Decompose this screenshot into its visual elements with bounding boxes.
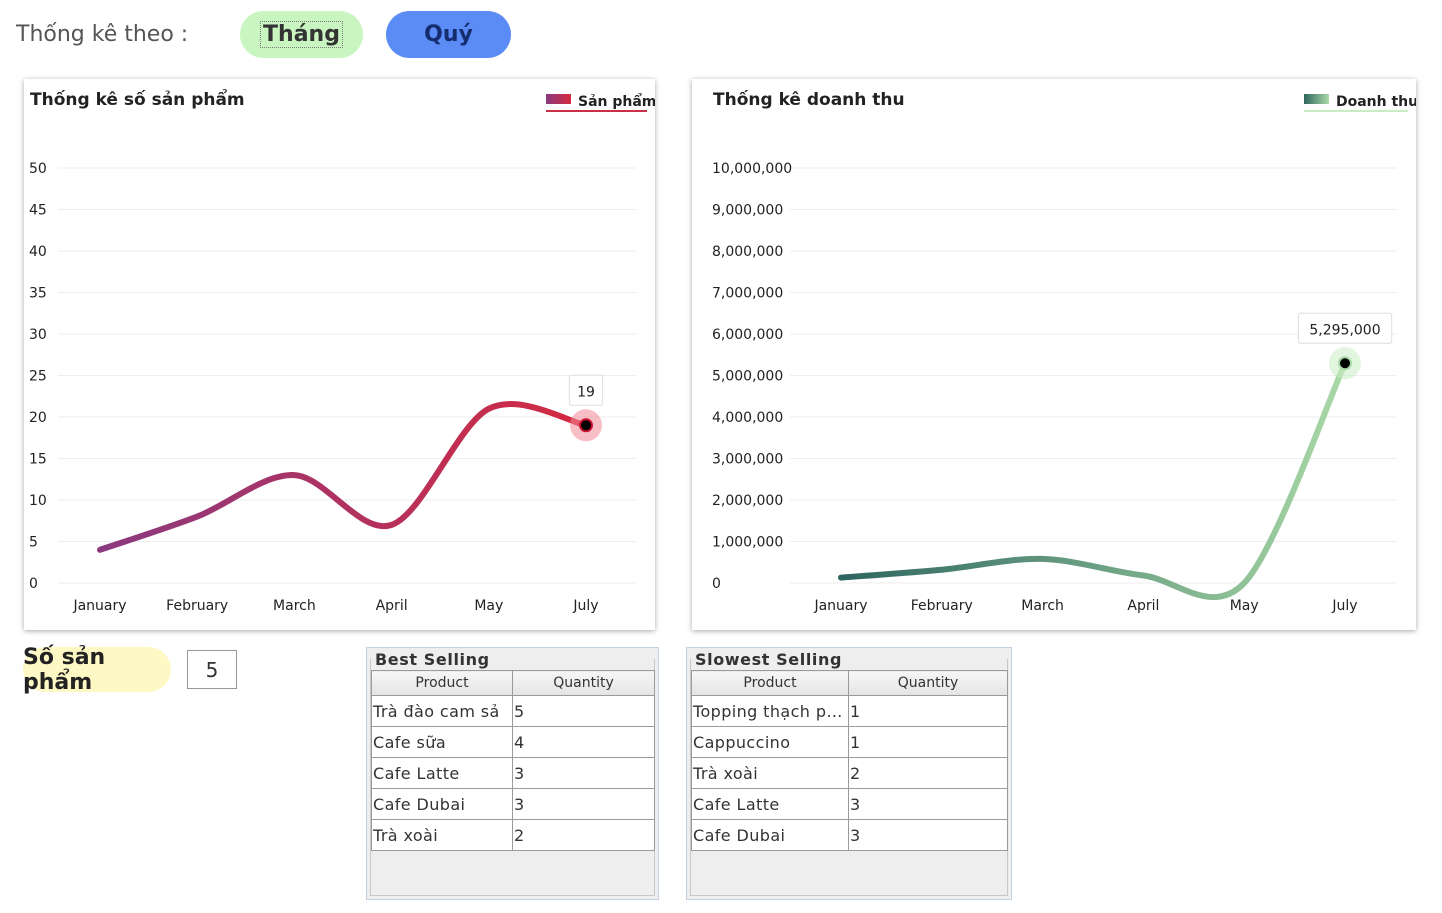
revenue-y-tick-label: 4,000,000	[712, 410, 783, 426]
product-cell[interactable]: Trà xoài	[371, 819, 513, 851]
products-y-tick-label: 0	[29, 576, 38, 592]
product-cell[interactable]: Cafe Dubai	[691, 819, 849, 851]
products-x-tick-label: April	[376, 598, 408, 614]
slowest-selling-panel: Slowest Selling Product Quantity Topping…	[686, 647, 1012, 900]
products-chart-card: Thống kê số sản phẩm Sản phẩm 0 5 10 15 20 25 30…	[24, 79, 655, 630]
products-x-tick-label: May	[474, 598, 503, 614]
revenue-y-tick-label: 1,000,000	[712, 535, 783, 551]
revenue-legend-swatch	[1304, 94, 1329, 104]
quantity-cell[interactable]: 2	[512, 819, 655, 851]
column-header-quantity[interactable]: Quantity	[848, 670, 1008, 696]
best-selling-panel: Best Selling Product Quantity Trà đào ca…	[366, 647, 659, 900]
product-cell[interactable]: Cafe Dubai	[371, 788, 513, 820]
products-x-tick-label: March	[273, 598, 316, 614]
table-row[interactable]: Trà xoài 2	[691, 757, 1008, 789]
table-row[interactable]: Cafe Dubai 3	[371, 788, 655, 820]
product-cell[interactable]: Topping thạch phô mai	[691, 695, 849, 727]
revenue-highlight-point	[1338, 356, 1352, 371]
products-x-tick-label: January	[72, 598, 126, 614]
products-y-tick-label: 15	[29, 452, 47, 468]
products-y-tick-label: 5	[29, 535, 38, 551]
revenue-legend-label: Doanh thu	[1336, 94, 1416, 110]
revenue-x-tick-label: March	[1021, 598, 1064, 614]
table-row[interactable]: Cappuccino 1	[691, 726, 1008, 758]
column-header-quantity[interactable]: Quantity	[512, 670, 655, 696]
slowest-selling-title: Slowest Selling	[695, 650, 846, 669]
products-x-tick-label: February	[166, 598, 228, 614]
products-legend-label: Sản phẩm	[578, 93, 655, 110]
table-row[interactable]: Trà đào cam sả 5	[371, 695, 655, 727]
products-x-tick-label: July	[572, 598, 598, 614]
products-y-tick-label: 35	[29, 286, 47, 302]
revenue-chart-title: Thống kê doanh thu	[713, 89, 905, 110]
revenue-y-tick-label: 8,000,000	[712, 244, 783, 260]
quantity-cell[interactable]: 3	[848, 819, 1008, 851]
revenue-y-tick-label: 10,000,000	[712, 161, 792, 177]
product-cell[interactable]: Trà xoài	[691, 757, 849, 789]
products-series-line	[97, 401, 589, 553]
product-count-field[interactable]: 5	[187, 650, 237, 689]
products-y-tick-label: 20	[29, 410, 47, 426]
revenue-x-tick-label: May	[1230, 598, 1259, 614]
table-row[interactable]: Cafe Latte 3	[691, 788, 1008, 820]
quarter-filter-button[interactable]: Quý	[386, 11, 511, 58]
quantity-cell[interactable]: 4	[512, 726, 655, 758]
month-filter-button[interactable]: Tháng	[240, 11, 363, 58]
product-cell[interactable]: Cafe Latte	[691, 788, 849, 820]
products-chart-title: Thống kê số sản phẩm	[30, 88, 245, 110]
revenue-y-tick-label: 7,000,000	[712, 286, 783, 302]
quantity-cell[interactable]: 3	[512, 757, 655, 789]
products-y-tick-label: 10	[29, 493, 47, 509]
revenue-y-tick-label: 5,000,000	[712, 369, 783, 385]
revenue-y-tick-label: 0	[712, 576, 721, 592]
table-row[interactable]: Topping thạch phô mai1	[691, 695, 1008, 727]
product-cell[interactable]: Cafe sữa	[371, 726, 513, 758]
product-cell[interactable]: Trà đào cam sả	[371, 695, 513, 727]
quantity-cell[interactable]: 5	[512, 695, 655, 727]
products-y-tick-label: 25	[29, 369, 47, 385]
quantity-cell[interactable]: 1	[848, 695, 1008, 727]
slowest-selling-table[interactable]: Product Quantity Topping thạch phô mai1 …	[691, 670, 1008, 851]
revenue-x-tick-label: July	[1331, 598, 1357, 614]
revenue-series-line	[838, 360, 1348, 601]
revenue-x-tick-label: January	[813, 598, 867, 614]
products-highlight-point	[579, 418, 593, 433]
quantity-cell[interactable]: 1	[848, 726, 1008, 758]
products-y-tick-label: 30	[29, 327, 47, 343]
product-cell[interactable]: Cafe Latte	[371, 757, 513, 789]
best-selling-table[interactable]: Product Quantity Trà đào cam sả 5 Cafe sữ…	[371, 670, 655, 851]
products-y-tick-label: 50	[29, 161, 47, 177]
table-row[interactable]: Cafe Dubai 3	[691, 819, 1008, 851]
revenue-y-tick-label: 3,000,000	[712, 452, 783, 468]
products-tooltip-label: 19	[577, 384, 595, 400]
filter-label: Thống kê theo :	[16, 22, 189, 47]
column-header-product[interactable]: Product	[691, 670, 849, 696]
revenue-y-tick-label: 6,000,000	[712, 327, 783, 343]
table-row[interactable]: Trà xoài 2	[371, 819, 655, 851]
column-header-product[interactable]: Product	[371, 670, 513, 696]
revenue-x-tick-label: April	[1127, 598, 1159, 614]
products-y-tick-label: 45	[29, 203, 47, 219]
revenue-tooltip-label: 5,295,000	[1309, 322, 1380, 338]
revenue-chart-card: Thống kê doanh thu Doanh thu 0 1,000,000 2,0…	[692, 79, 1416, 630]
products-y-tick-label: 40	[29, 244, 47, 260]
product-cell[interactable]: Cappuccino	[691, 726, 849, 758]
products-line-chart: Thống kê số sản phẩm Sản phẩm 0 5 10 15 20 25 30…	[29, 88, 655, 614]
revenue-y-tick-label: 9,000,000	[712, 203, 783, 219]
best-selling-title: Best Selling	[375, 650, 493, 669]
quantity-cell[interactable]: 2	[848, 757, 1008, 789]
revenue-y-tick-label: 2,000,000	[712, 493, 783, 509]
revenue-line-chart: Thống kê doanh thu Doanh thu 0 1,000,000 2,0…	[712, 89, 1416, 614]
quantity-cell[interactable]: 3	[848, 788, 1008, 820]
month-filter-label: Tháng	[260, 21, 343, 48]
table-row[interactable]: Cafe Latte 3	[371, 757, 655, 789]
products-legend-swatch	[546, 94, 571, 104]
product-count-label: Số sản phẩm	[23, 645, 171, 695]
quantity-cell[interactable]: 3	[512, 788, 655, 820]
revenue-x-tick-label: February	[911, 598, 973, 614]
table-row[interactable]: Cafe sữa 4	[371, 726, 655, 758]
